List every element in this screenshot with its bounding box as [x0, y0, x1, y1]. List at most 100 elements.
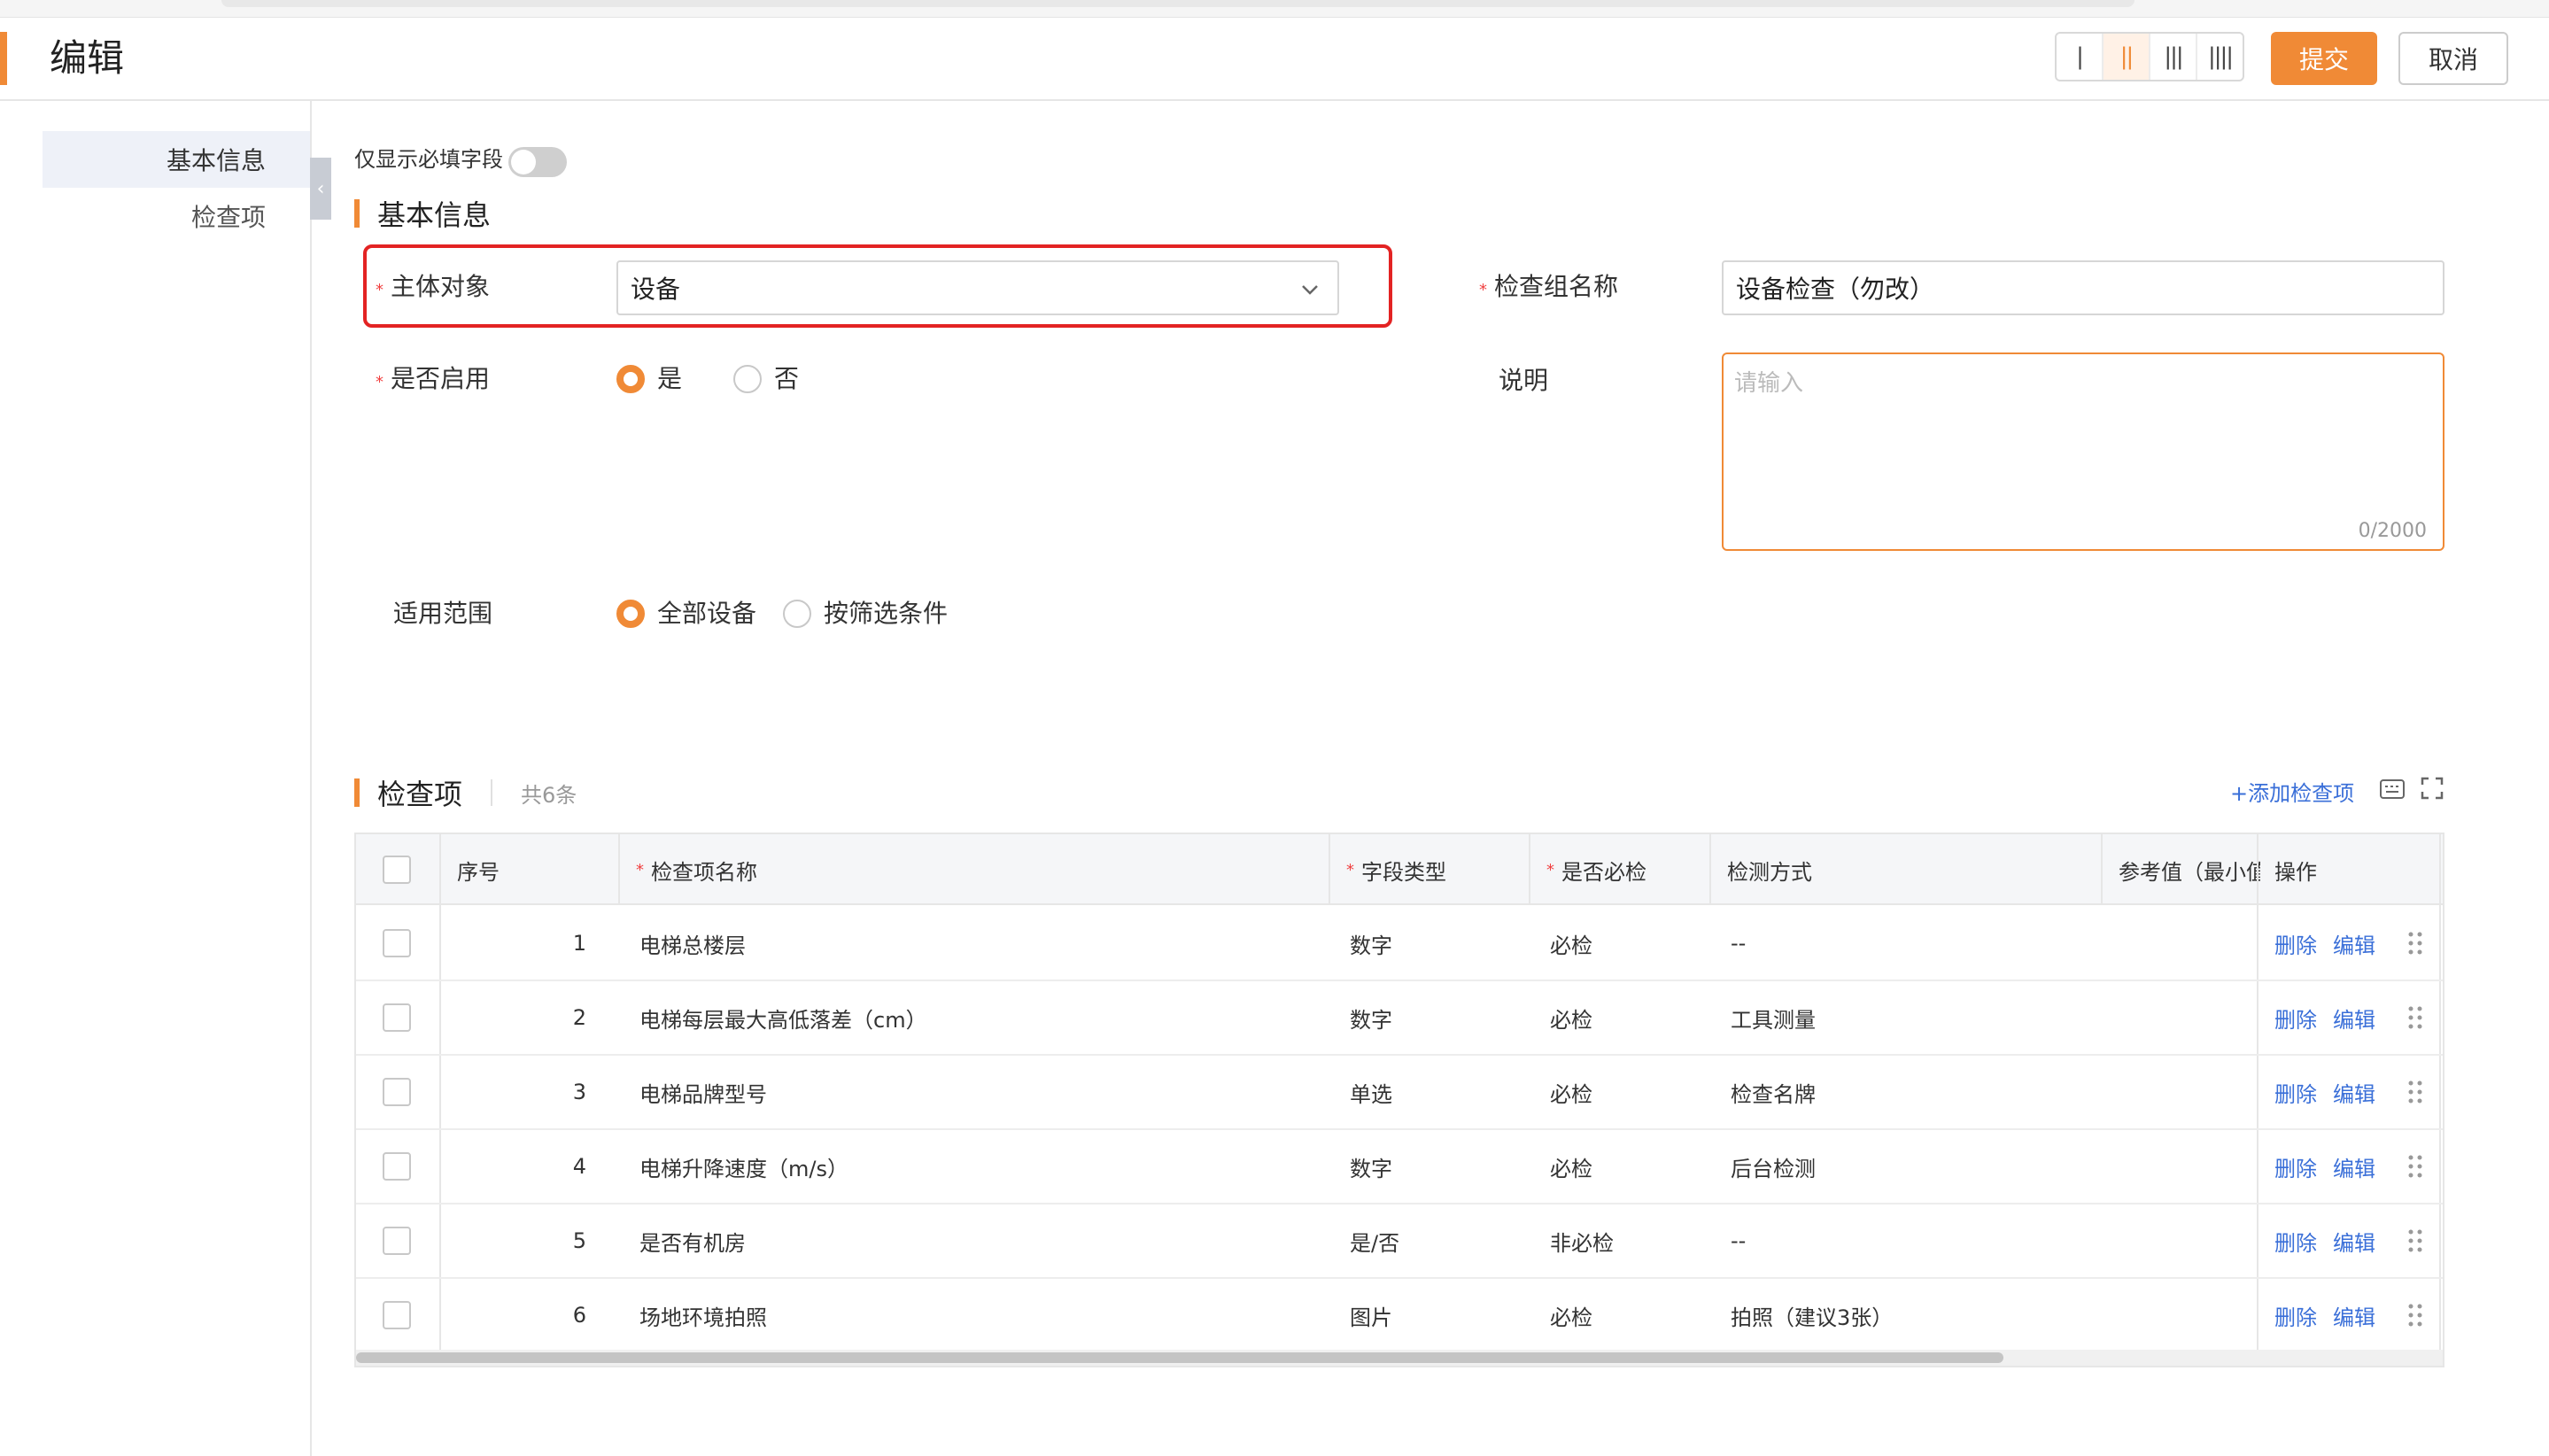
row-checkbox[interactable] — [383, 1227, 411, 1255]
select-all-checkbox[interactable] — [383, 856, 411, 884]
horizontal-scrollbar[interactable] — [356, 1350, 2443, 1366]
col-divider — [2101, 834, 2103, 905]
drag-handle-icon[interactable] — [2407, 1204, 2423, 1277]
col-divider — [2439, 834, 2441, 1350]
scope-label: 适用范围 — [393, 599, 493, 628]
required-mark: * — [1546, 860, 1554, 879]
row-checkbox[interactable] — [383, 929, 411, 957]
row-seq: 6 — [572, 1303, 586, 1328]
subject-select[interactable]: 设备 — [616, 260, 1339, 315]
enabled-no-radio[interactable] — [733, 365, 763, 393]
chevron-down-icon — [1302, 285, 1318, 295]
row-required: 必检 — [1550, 933, 1592, 958]
check-items-title-text: 检查项 — [377, 778, 463, 811]
row-edit-link[interactable]: 编辑 — [2333, 1279, 2375, 1351]
row-checkbox[interactable] — [383, 1301, 411, 1329]
row-checkbox[interactable] — [383, 1003, 411, 1032]
row-seq: 2 — [572, 1005, 586, 1030]
check-items-section-title: 检查项 共6条 — [354, 772, 577, 813]
row-edit-link[interactable]: 编辑 — [2333, 981, 2375, 1054]
row-method: -- — [1731, 1228, 1747, 1253]
row-required: 必检 — [1550, 1156, 1592, 1181]
row-type: 图片 — [1350, 1305, 1392, 1330]
row-seq: 4 — [572, 1154, 586, 1179]
row-method: 拍照（建议3张） — [1731, 1305, 1894, 1330]
row-delete-link[interactable]: 删除 — [2274, 907, 2317, 980]
fullscreen-icon[interactable] — [2420, 776, 2444, 801]
row-type: 数字 — [1350, 933, 1392, 958]
col-ops: 操作 — [2274, 859, 2317, 885]
row-name: 电梯总楼层 — [639, 933, 746, 958]
description-textarea[interactable]: 请输入 0/2000 — [1722, 352, 2444, 551]
row-delete-link[interactable]: 删除 — [2274, 1204, 2317, 1277]
enabled-no-label: 否 — [774, 364, 800, 393]
basic-info-section-title: 基本信息 — [354, 193, 491, 234]
required-only-label: 仅显示必填字段 — [354, 147, 503, 172]
row-method: 检查名牌 — [1731, 1081, 1816, 1107]
cancel-button[interactable]: 取消 — [2398, 32, 2508, 85]
enabled-label: * 是否启用 — [376, 361, 490, 400]
required-mark: * — [376, 281, 384, 299]
col-divider — [1709, 834, 1711, 905]
drag-handle-icon[interactable] — [2407, 907, 2423, 980]
row-checkbox[interactable] — [383, 1078, 411, 1106]
scope-filter-label: 按筛选条件 — [824, 599, 949, 628]
drag-handle-icon[interactable] — [2407, 1056, 2423, 1128]
drag-handle-icon[interactable] — [2407, 1130, 2423, 1203]
row-name: 电梯每层最大高低落差（cm） — [639, 1007, 927, 1033]
add-check-item-link[interactable]: +添加检查项 — [2230, 776, 2354, 807]
row-method: 后台检测 — [1731, 1156, 1816, 1181]
row-required: 非必检 — [1550, 1230, 1614, 1256]
items-count: 共6条 — [521, 782, 577, 808]
enabled-yes-radio[interactable] — [616, 365, 645, 393]
drag-handle-icon[interactable] — [2407, 1279, 2423, 1351]
col-seq: 序号 — [457, 859, 500, 885]
col-type-text: 字段类型 — [1361, 859, 1446, 885]
col-divider — [2257, 834, 2258, 1350]
row-method: 工具测量 — [1731, 1007, 1816, 1033]
layout-2-col-button[interactable]: || — [2104, 34, 2150, 80]
required-only-toggle[interactable] — [508, 147, 567, 177]
row-required: 必检 — [1550, 1007, 1592, 1033]
row-name: 是否有机房 — [639, 1230, 746, 1256]
row-delete-link[interactable]: 删除 — [2274, 1279, 2317, 1351]
layout-4-col-button[interactable]: |||| — [2197, 34, 2243, 80]
keyboard-icon[interactable] — [2379, 778, 2406, 801]
submit-button[interactable]: 提交 — [2271, 32, 2377, 85]
drag-handle-icon[interactable] — [2407, 981, 2423, 1054]
row-edit-link[interactable]: 编辑 — [2333, 907, 2375, 980]
scrollbar-thumb[interactable] — [356, 1352, 2003, 1363]
scope-all-label: 全部设备 — [657, 599, 757, 628]
row-delete-link[interactable]: 删除 — [2274, 981, 2317, 1054]
row-type: 数字 — [1350, 1156, 1392, 1181]
scope-radio-group: 全部设备 按筛选条件 — [616, 596, 948, 631]
row-edit-link[interactable]: 编辑 — [2333, 1130, 2375, 1203]
side-nav: 基本信息 检查项 — [0, 101, 312, 1456]
row-delete-link[interactable]: 删除 — [2274, 1056, 2317, 1128]
browser-top-strip — [0, 0, 2549, 18]
required-mark: * — [1479, 281, 1487, 299]
row-method: -- — [1731, 931, 1747, 956]
layout-3-col-button[interactable]: ||| — [2150, 34, 2197, 80]
col-method: 检测方式 — [1727, 859, 1812, 885]
collapse-sidebar-button[interactable]: ‹ — [310, 158, 331, 220]
row-edit-link[interactable]: 编辑 — [2333, 1056, 2375, 1128]
scope-filter-radio[interactable] — [783, 600, 812, 628]
row-checkbox-cell — [383, 1130, 411, 1203]
row-checkbox[interactable] — [383, 1152, 411, 1181]
row-name: 电梯升降速度（m/s） — [639, 1156, 848, 1181]
row-edit-link[interactable]: 编辑 — [2333, 1204, 2375, 1277]
group-name-input[interactable]: 设备检查（勿改） — [1722, 260, 2444, 315]
sidebar-item-basic-info[interactable]: 基本信息 — [43, 131, 310, 188]
row-required: 必检 — [1550, 1081, 1592, 1107]
layout-1-col-button[interactable]: | — [2057, 34, 2104, 80]
sidebar-item-check-items[interactable]: 检查项 — [43, 188, 310, 244]
required-mark: * — [1346, 860, 1354, 879]
required-mark: * — [636, 860, 644, 879]
row-delete-link[interactable]: 删除 — [2274, 1130, 2317, 1203]
select-all-checkbox-cell — [383, 834, 411, 905]
row-checkbox-cell — [383, 1279, 411, 1351]
scope-all-radio[interactable] — [616, 600, 645, 628]
subject-label-text: 主体对象 — [391, 272, 491, 301]
col-required: * 是否必检 — [1546, 834, 1646, 905]
